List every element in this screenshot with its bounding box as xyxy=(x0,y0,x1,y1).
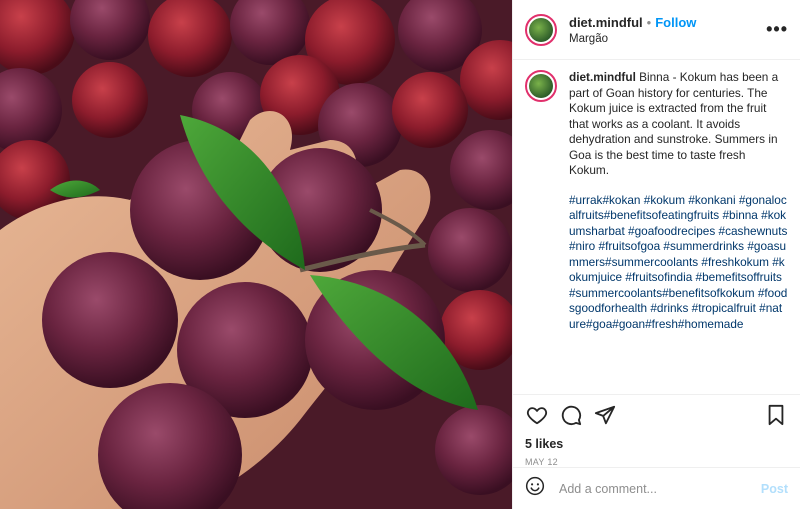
add-comment-bar: Post xyxy=(513,467,800,509)
follow-button[interactable]: Follow xyxy=(655,15,696,30)
share-icon[interactable] xyxy=(593,403,617,427)
separator-dot: • xyxy=(646,14,652,30)
action-bar xyxy=(513,395,800,435)
username[interactable]: diet.mindful xyxy=(569,15,643,30)
post-button[interactable]: Post xyxy=(761,482,788,496)
more-options-icon[interactable]: ••• xyxy=(766,19,788,40)
post-photo[interactable] xyxy=(0,0,512,509)
post-date: MAY 12 xyxy=(525,457,558,467)
heart-icon[interactable] xyxy=(525,403,549,427)
likes-count[interactable]: 5 likes xyxy=(513,437,800,451)
caption-area: diet.mindful Binna - Kokum has been a pa… xyxy=(513,60,800,395)
comment-icon[interactable] xyxy=(559,403,583,427)
post-sidebar: diet.mindful • Follow Margão ••• diet.mi… xyxy=(512,0,800,509)
comment-input[interactable] xyxy=(557,480,761,497)
caption-hashtags[interactable]: #urrak#kokan #kokum #konkani #gonalocalf… xyxy=(569,193,788,333)
location-link[interactable]: Margão xyxy=(569,33,766,45)
bookmark-icon[interactable] xyxy=(764,403,788,427)
caption-text: Binna - Kokum has been a part of Goan hi… xyxy=(569,70,779,177)
caption-username[interactable]: diet.mindful xyxy=(569,70,636,84)
caption-avatar[interactable] xyxy=(525,70,557,102)
post-header: diet.mindful • Follow Margão ••• xyxy=(513,0,800,60)
emoji-icon[interactable] xyxy=(525,476,545,501)
kokum-fruit-photo xyxy=(0,0,512,509)
avatar[interactable] xyxy=(525,13,557,46)
